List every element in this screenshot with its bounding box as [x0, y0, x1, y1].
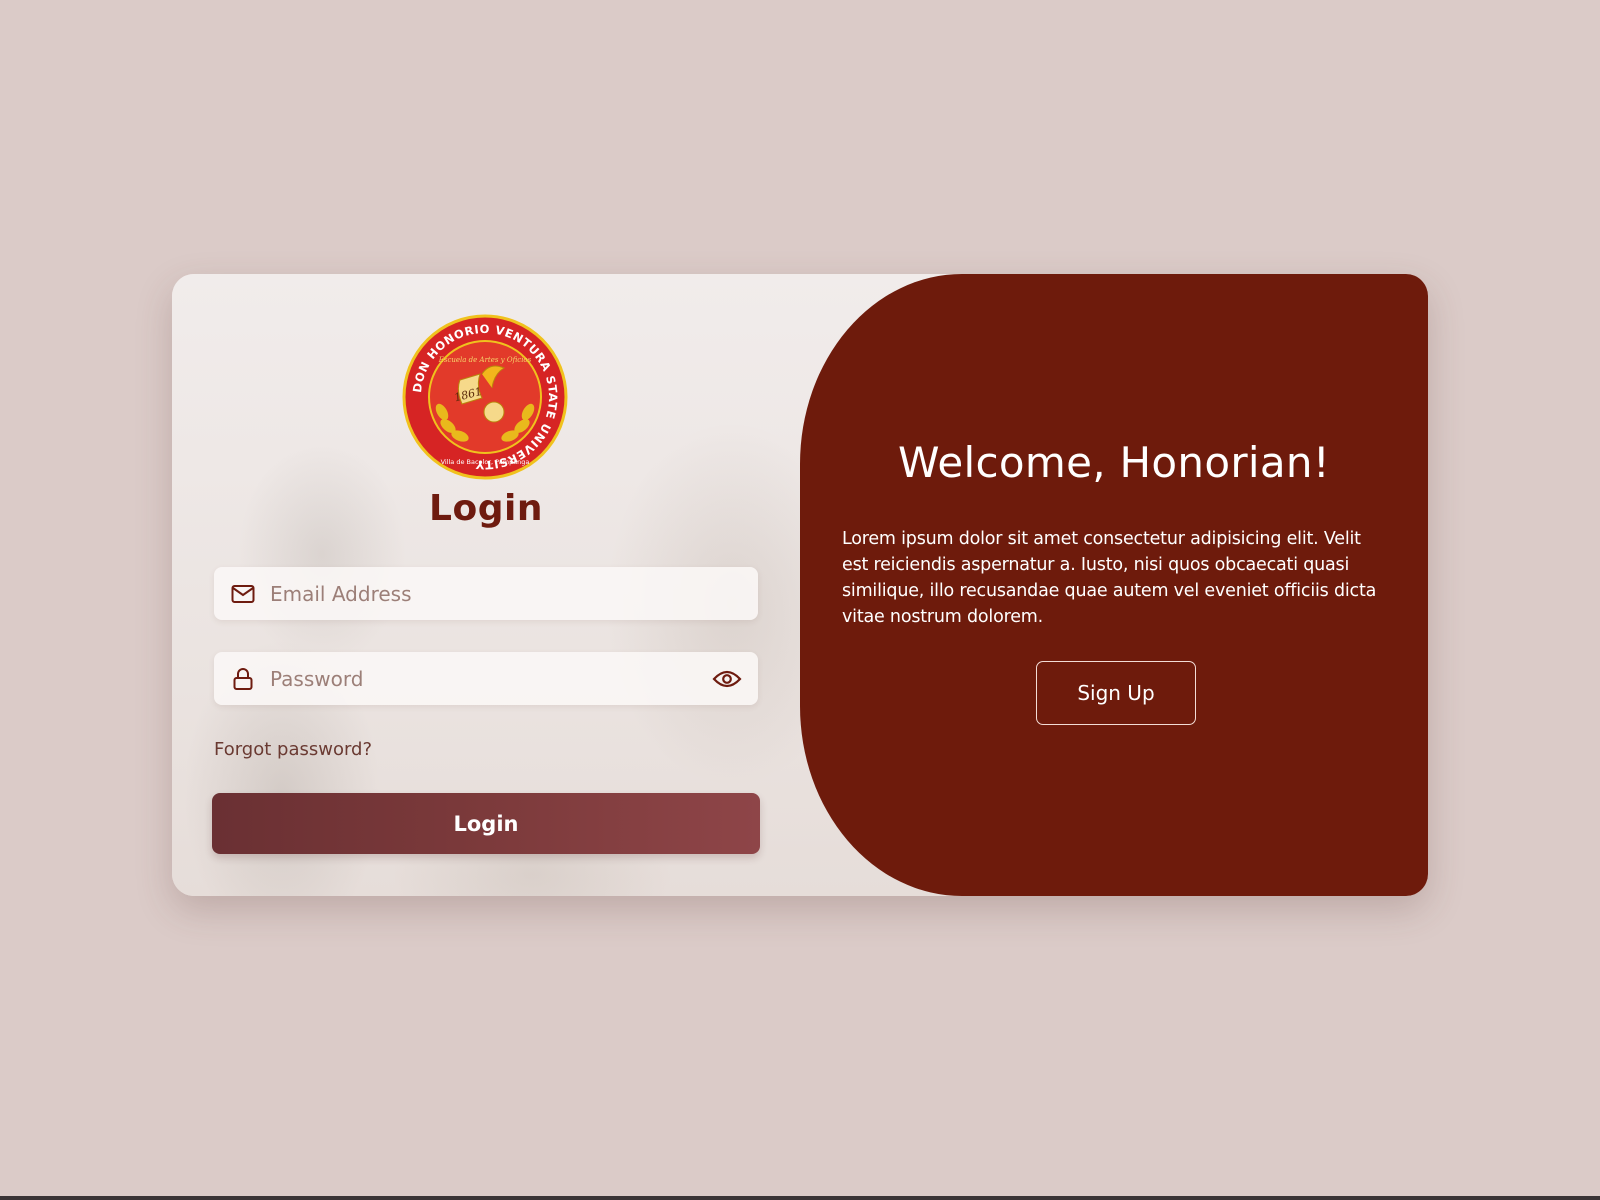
- login-card: DON HONORIO VENTURA STATE UNIVERSITY Esc…: [172, 274, 1428, 896]
- bottom-edge-bar: [0, 1196, 1600, 1200]
- sign-up-button[interactable]: Sign Up: [1036, 661, 1196, 725]
- welcome-text: Lorem ipsum dolor sit amet consectetur a…: [842, 529, 1377, 627]
- seal-script-text: Escuela de Artes y Oficios: [438, 356, 532, 364]
- password-field[interactable]: [214, 651, 758, 706]
- seal-location-text: Villa de Bacolor, Pampanga: [441, 458, 530, 466]
- login-title: Login: [429, 488, 543, 529]
- forgot-password-link[interactable]: Forgot password?: [214, 739, 372, 760]
- mail-icon: [230, 581, 256, 607]
- lock-icon: [230, 666, 256, 692]
- university-seal-logo: DON HONORIO VENTURA STATE UNIVERSITY Esc…: [402, 314, 568, 480]
- email-field[interactable]: [214, 566, 758, 621]
- email-input[interactable]: [268, 566, 742, 621]
- password-input[interactable]: [268, 651, 712, 706]
- welcome-title: Welcome, Honorian!: [898, 438, 1330, 487]
- login-panel: DON HONORIO VENTURA STATE UNIVERSITY Esc…: [172, 274, 800, 896]
- welcome-panel: Welcome, Honorian! Lorem ipsum dolor sit…: [800, 274, 1428, 896]
- login-button[interactable]: Login: [212, 793, 760, 854]
- eye-icon[interactable]: [712, 666, 742, 692]
